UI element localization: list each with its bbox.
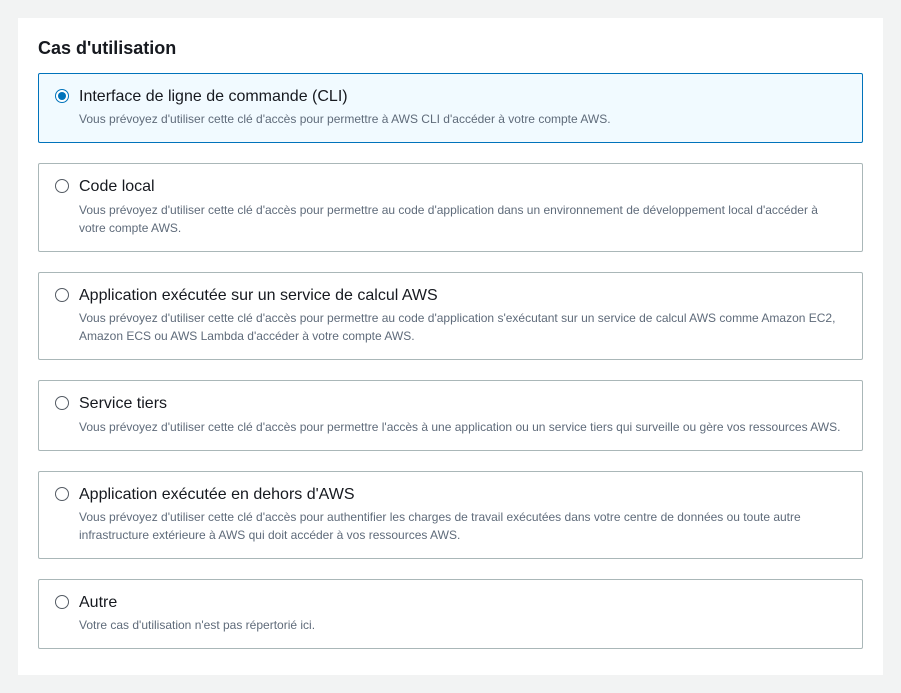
option-desc: Vous prévoyez d'utiliser cette clé d'acc… (79, 418, 846, 436)
option-title: Service tiers (79, 393, 846, 415)
radio-icon (55, 179, 69, 193)
option-desc: Vous prévoyez d'utiliser cette clé d'acc… (79, 309, 846, 345)
option-desc: Votre cas d'utilisation n'est pas répert… (79, 616, 846, 634)
section-title: Cas d'utilisation (38, 38, 863, 59)
option-body: Service tiers Vous prévoyez d'utiliser c… (79, 393, 846, 435)
radio-icon (55, 487, 69, 501)
radio-icon (55, 89, 69, 103)
option-desc: Vous prévoyez d'utiliser cette clé d'acc… (79, 508, 846, 544)
use-case-panel: Cas d'utilisation Interface de ligne de … (18, 18, 883, 675)
option-title: Code local (79, 176, 846, 198)
radio-icon (55, 396, 69, 410)
option-body: Interface de ligne de commande (CLI) Vou… (79, 86, 846, 128)
radio-icon (55, 288, 69, 302)
option-body: Code local Vous prévoyez d'utiliser cett… (79, 176, 846, 236)
option-desc: Vous prévoyez d'utiliser cette clé d'acc… (79, 110, 846, 128)
option-body: Application exécutée en dehors d'AWS Vou… (79, 484, 846, 544)
option-cli[interactable]: Interface de ligne de commande (CLI) Vou… (38, 73, 863, 143)
option-local-code[interactable]: Code local Vous prévoyez d'utiliser cett… (38, 163, 863, 251)
option-title: Application exécutée sur un service de c… (79, 285, 846, 307)
option-third-party[interactable]: Service tiers Vous prévoyez d'utiliser c… (38, 380, 863, 450)
option-body: Autre Votre cas d'utilisation n'est pas … (79, 592, 846, 634)
option-body: Application exécutée sur un service de c… (79, 285, 846, 345)
option-title: Autre (79, 592, 846, 614)
radio-icon (55, 595, 69, 609)
option-aws-compute[interactable]: Application exécutée sur un service de c… (38, 272, 863, 360)
option-title: Interface de ligne de commande (CLI) (79, 86, 846, 108)
option-title: Application exécutée en dehors d'AWS (79, 484, 846, 506)
option-other[interactable]: Autre Votre cas d'utilisation n'est pas … (38, 579, 863, 649)
option-desc: Vous prévoyez d'utiliser cette clé d'acc… (79, 201, 846, 237)
option-outside-aws[interactable]: Application exécutée en dehors d'AWS Vou… (38, 471, 863, 559)
